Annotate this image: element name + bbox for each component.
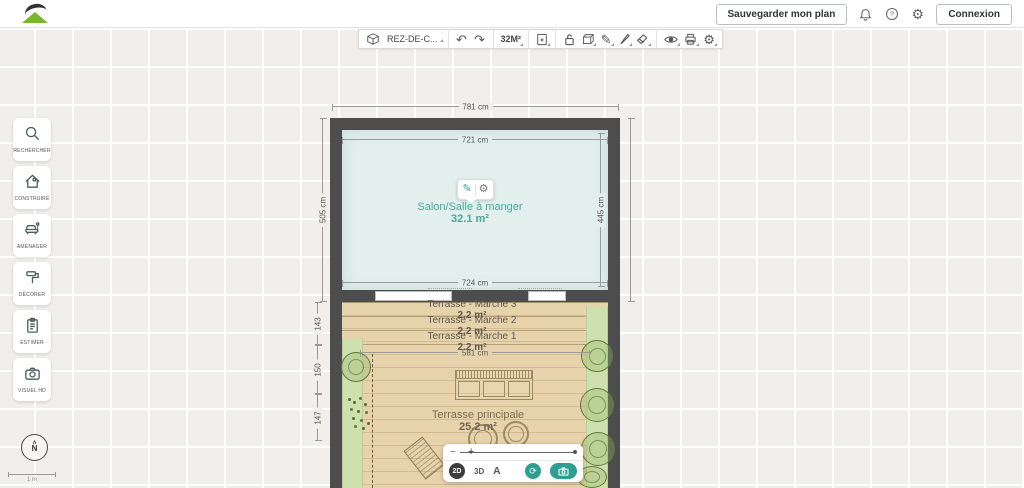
text-tool-button[interactable]: A bbox=[493, 466, 500, 477]
dim-seg3: 147 bbox=[313, 394, 323, 441]
pencil-tool-icon[interactable]: ✎ bbox=[597, 30, 615, 48]
sidebar-item-visuel-hd[interactable]: VISUEL HD bbox=[13, 358, 51, 401]
export-document-icon[interactable] bbox=[533, 30, 551, 48]
print-icon[interactable] bbox=[681, 30, 700, 48]
visibility-eye-icon[interactable] bbox=[661, 30, 681, 48]
bell-icon[interactable] bbox=[858, 7, 873, 22]
tree-right-3[interactable] bbox=[581, 432, 615, 466]
shrub-cluster bbox=[348, 398, 351, 401]
edit-room-icon[interactable]: ✎ bbox=[462, 184, 471, 195]
mode-3d-button[interactable]: 3D bbox=[474, 467, 484, 476]
tree-left[interactable] bbox=[341, 352, 371, 382]
dim-seg1: 143 bbox=[313, 302, 323, 345]
sidebar-item-construire[interactable]: CONSTRUIRE bbox=[13, 166, 51, 209]
terrace-boundary-dashed bbox=[372, 354, 373, 488]
tools-sidebar: RECHERCHER CONSTRUIRE AMÉNAGER DÉCORER E… bbox=[13, 118, 51, 401]
eraser-icon[interactable] bbox=[633, 30, 652, 48]
sidebar-item-rechercher[interactable]: RECHERCHER bbox=[13, 118, 51, 161]
camera-icon bbox=[24, 365, 41, 387]
dim-salon-inner-bottom: 724 cm bbox=[342, 278, 608, 288]
window-annotation-left bbox=[428, 288, 472, 289]
dim-right-outer-line bbox=[628, 118, 635, 302]
compass-north[interactable]: ᴧ N bbox=[21, 434, 48, 461]
house-icon bbox=[24, 173, 41, 195]
zoom-track[interactable]: + bbox=[459, 446, 577, 457]
pen-tool-icon[interactable] bbox=[615, 30, 633, 48]
floor-name: REZ-DE-C... bbox=[387, 34, 444, 44]
wall-right[interactable] bbox=[608, 118, 620, 488]
zoom-max-dot bbox=[573, 449, 577, 454]
settings-gear-icon[interactable]: ⚙ bbox=[910, 6, 925, 22]
dim-top-outer: 781 cm bbox=[332, 102, 619, 112]
dim-seg2: 150 bbox=[313, 345, 323, 394]
mode-2d-button[interactable]: 2D bbox=[449, 463, 465, 479]
view-controls: − + 2D 3D A ⟳ bbox=[443, 444, 583, 482]
marche1-label[interactable]: Terrasse - Marche 1 2.2 m² bbox=[372, 331, 572, 353]
screenshot-camera-button[interactable] bbox=[550, 463, 577, 479]
room-settings-icon[interactable]: ⚙ bbox=[479, 184, 489, 195]
zoom-out-button[interactable]: − bbox=[450, 447, 456, 458]
undo-button[interactable]: ↶ bbox=[453, 30, 471, 48]
sidebar-item-amenager[interactable]: AMÉNAGER bbox=[13, 214, 51, 257]
save-plan-button[interactable]: Sauvegarder mon plan bbox=[715, 3, 848, 25]
floor-plan-canvas[interactable]: 781 cm 721 cm 724 cm 581 cm 505 cm 445 c… bbox=[0, 0, 1024, 488]
floor-cube-icon bbox=[363, 30, 383, 48]
sidebar-item-estimer[interactable]: ESTIMER bbox=[13, 310, 51, 353]
zoom-handle[interactable]: + bbox=[468, 446, 474, 457]
connexion-button[interactable]: Connexion bbox=[936, 3, 1012, 25]
terrasse-label[interactable]: Terrasse principale 25.2 m² bbox=[378, 409, 578, 433]
tree-right-1[interactable] bbox=[581, 340, 613, 372]
tree-right-2[interactable] bbox=[580, 388, 614, 422]
window-annotation-right bbox=[518, 288, 562, 289]
wall-left[interactable] bbox=[330, 118, 342, 488]
wall-top[interactable] bbox=[330, 118, 620, 130]
sidebar-item-decorer[interactable]: DÉCORER bbox=[13, 262, 51, 305]
leroy-merlin-logo[interactable] bbox=[22, 1, 48, 25]
surface-total-badge[interactable]: 32M² bbox=[498, 30, 525, 48]
dim-left-outer: 505 cm bbox=[318, 118, 328, 302]
svg-text:?: ? bbox=[890, 12, 894, 19]
salon-label[interactable]: Salon/Salle à manger 32.1 m² bbox=[370, 201, 570, 225]
zoom-slider[interactable]: − + bbox=[443, 444, 583, 461]
dim-salon-inner-height: 445 cm bbox=[596, 133, 606, 287]
floor-selector[interactable]: REZ-DE-C... bbox=[359, 30, 449, 48]
help-icon[interactable]: ? bbox=[884, 7, 899, 22]
plan-settings-gear-icon[interactable]: ⚙ bbox=[700, 30, 718, 48]
scale-bar: 1 m bbox=[8, 472, 56, 483]
visite-360-button[interactable]: ⟳ bbox=[525, 463, 541, 479]
3d-object-icon[interactable] bbox=[578, 30, 597, 48]
paint-roller-icon bbox=[24, 269, 41, 291]
search-icon bbox=[24, 125, 41, 147]
plan-toolbar: REZ-DE-C... ↶ ↷ 32M² ✎ ⚙ bbox=[358, 29, 724, 49]
room-tooltip[interactable]: ✎ ⚙ bbox=[457, 179, 494, 204]
app-header: Sauvegarder mon plan ? ⚙ Connexion bbox=[0, 0, 1024, 28]
sofa-icon bbox=[24, 221, 41, 243]
lock-icon[interactable] bbox=[560, 30, 578, 48]
clipboard-icon bbox=[24, 317, 41, 339]
redo-button[interactable]: ↷ bbox=[471, 30, 489, 48]
dim-salon-inner-top: 721 cm bbox=[342, 135, 608, 145]
outdoor-sofa[interactable] bbox=[455, 370, 533, 400]
